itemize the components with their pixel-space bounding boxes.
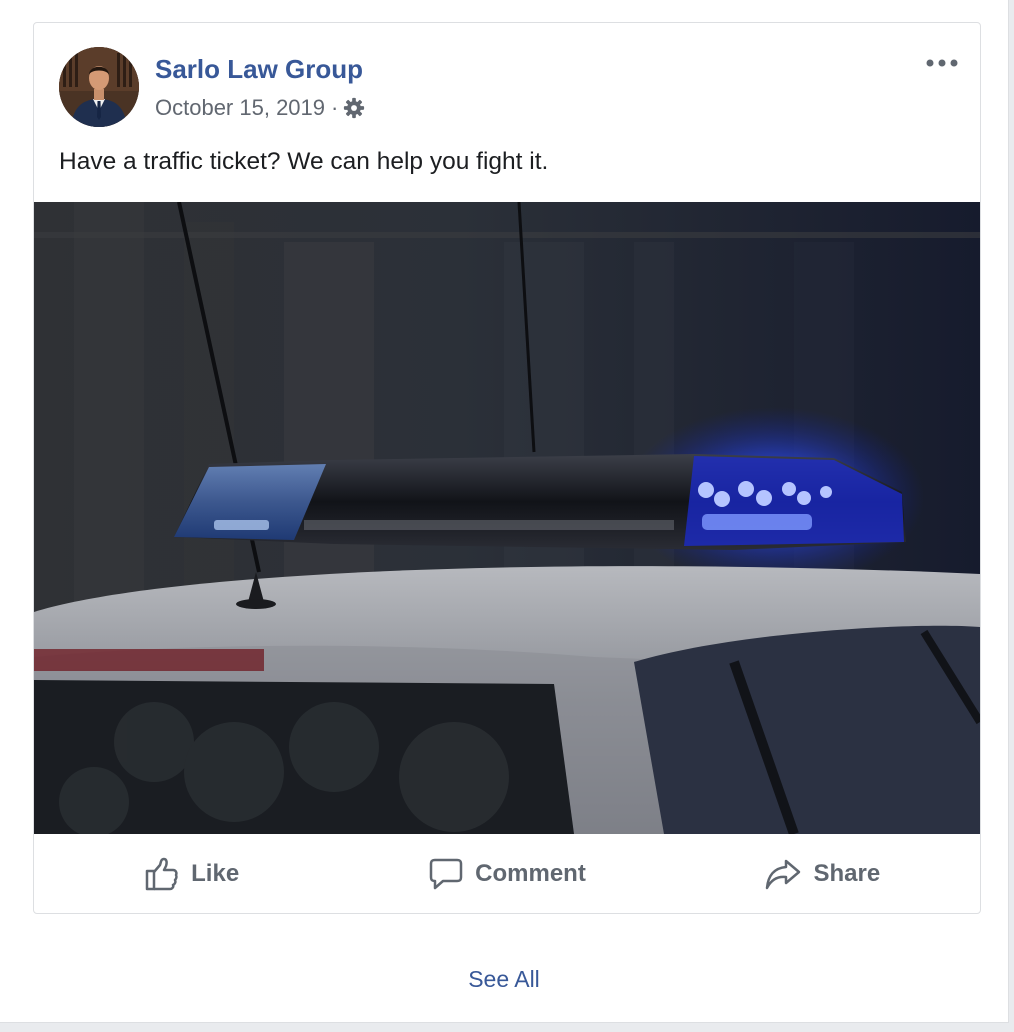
- like-button[interactable]: Like: [34, 834, 349, 913]
- post-date[interactable]: October 15, 2019: [155, 95, 325, 121]
- feed-container: Sarlo Law Group October 15, 2019 · Have …: [0, 0, 1009, 1023]
- police-car-light-photo: [34, 202, 980, 834]
- avatar[interactable]: [59, 47, 139, 127]
- post-meta: October 15, 2019 ·: [155, 95, 365, 121]
- comment-label: Comment: [475, 859, 586, 887]
- thumbs-up-icon: [145, 857, 178, 890]
- meta-separator: ·: [331, 95, 339, 120]
- comment-button[interactable]: Comment: [349, 834, 664, 913]
- post-actions: Like Comment Share: [34, 834, 980, 913]
- share-label: Share: [813, 859, 881, 887]
- gear-icon[interactable]: [343, 97, 365, 119]
- post-photo[interactable]: [34, 202, 980, 834]
- author-name[interactable]: Sarlo Law Group: [155, 54, 363, 85]
- profile-photo: [59, 47, 139, 127]
- like-label: Like: [191, 859, 240, 887]
- share-arrow-icon: [766, 859, 801, 889]
- post-card: Sarlo Law Group October 15, 2019 · Have …: [33, 22, 981, 914]
- comment-icon: [429, 858, 463, 889]
- more-options-icon[interactable]: [922, 49, 962, 77]
- see-all-link[interactable]: See All: [0, 966, 1008, 993]
- post-text: Have a traffic ticket? We can help you f…: [59, 148, 549, 175]
- share-button[interactable]: Share: [665, 834, 980, 913]
